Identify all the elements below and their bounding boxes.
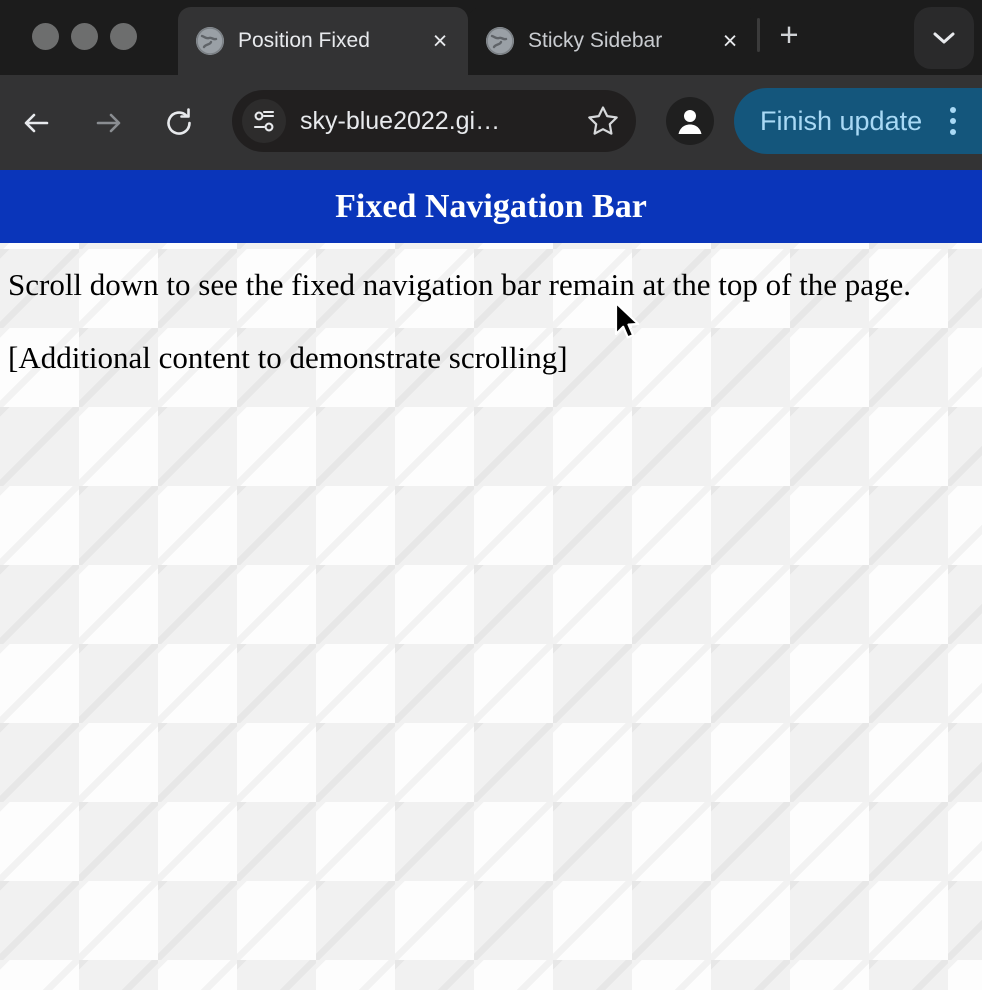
menu-dot: [950, 129, 956, 135]
menu-dot: [950, 118, 956, 124]
globe-icon: [486, 27, 514, 55]
reload-icon[interactable]: [152, 96, 206, 150]
page-viewport: Fixed Navigation Bar Scroll down to see …: [0, 170, 982, 990]
url-text[interactable]: sky-blue2022.gi…: [300, 107, 578, 136]
menu-dot: [950, 107, 956, 113]
content-paragraph-1: Scroll down to see the fixed navigation …: [8, 267, 912, 302]
minimize-window-dot[interactable]: [71, 23, 98, 50]
page-content: Scroll down to see the fixed navigation …: [0, 243, 982, 376]
tune-icon[interactable]: [242, 99, 286, 143]
address-bar[interactable]: sky-blue2022.gi…: [232, 90, 636, 152]
account-icon[interactable]: [666, 97, 714, 145]
maximize-window-dot[interactable]: [110, 23, 137, 50]
mouse-cursor: [613, 301, 643, 350]
three-dot-menu-icon[interactable]: [938, 88, 968, 154]
browser-tab-inactive[interactable]: Sticky Sidebar ×: [468, 7, 758, 75]
tab-strip: Position Fixed × Sticky Sidebar × +: [0, 0, 982, 75]
page-title: Fixed Navigation Bar: [335, 187, 647, 225]
close-tab-icon[interactable]: ×: [710, 21, 750, 61]
close-tab-icon[interactable]: ×: [420, 21, 460, 61]
tab-title: Position Fixed: [238, 29, 370, 52]
tab-separator: [757, 18, 760, 52]
finish-update-label: Finish update: [760, 105, 923, 136]
fixed-navigation-bar: Fixed Navigation Bar: [0, 170, 982, 243]
tab-title: Sticky Sidebar: [528, 29, 663, 52]
browser-tab-active[interactable]: Position Fixed ×: [178, 7, 468, 75]
globe-icon: [196, 27, 224, 55]
window-controls: [32, 23, 137, 50]
chevron-down-icon[interactable]: [914, 7, 974, 69]
close-window-dot[interactable]: [32, 23, 59, 50]
new-tab-button[interactable]: +: [768, 13, 810, 55]
content-paragraph-2: [Additional content to demonstrate scrol…: [8, 339, 568, 375]
finish-update-button[interactable]: Finish update: [734, 88, 982, 154]
star-outline-icon[interactable]: [578, 96, 628, 146]
forward-button[interactable]: [81, 96, 135, 150]
back-button[interactable]: [10, 96, 64, 150]
